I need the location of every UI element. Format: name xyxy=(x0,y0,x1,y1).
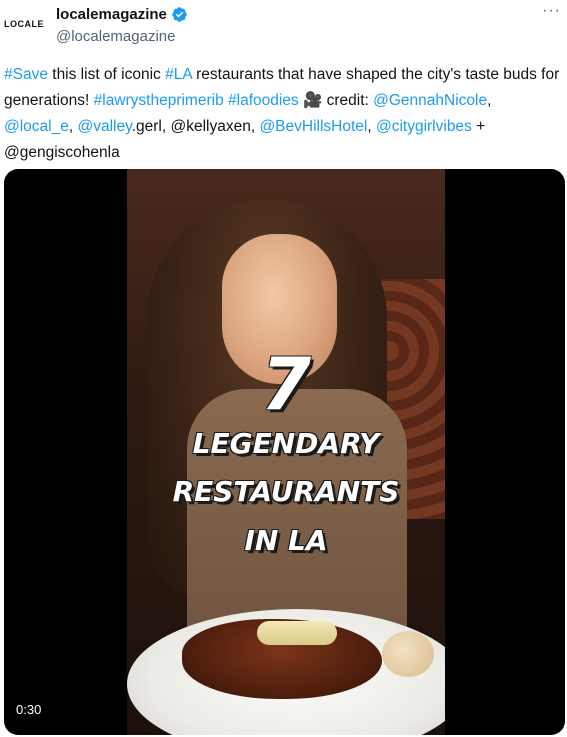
herb-butter xyxy=(257,621,337,645)
hashtag-link[interactable]: #Save xyxy=(4,66,48,83)
avatar-logo-text: LOCALE xyxy=(4,19,44,29)
hashtag-link[interactable]: #LA xyxy=(165,66,192,83)
mention-link[interactable]: @local_e xyxy=(4,118,69,135)
video-player[interactable]: 7 LEGENDARY RESTAURANTS IN LA 0:30 xyxy=(4,169,565,735)
tweet: LOCALE localemagazine @localemagazine ··… xyxy=(0,0,567,737)
avatar[interactable]: LOCALE xyxy=(4,4,44,44)
tweet-text-segment: .gerl, @kellyaxen, xyxy=(131,118,260,135)
display-name-row: localemagazine xyxy=(56,4,188,24)
overlay-number: 7 xyxy=(260,342,312,426)
mention-link[interactable]: @valley xyxy=(77,118,131,135)
overlay-title-line-3: IN LA xyxy=(244,524,328,557)
tweet-text-segment: 🎥 credit: xyxy=(298,92,374,109)
overlay-title-line-1: LEGENDARY xyxy=(192,427,380,460)
author-info: localemagazine @localemagazine xyxy=(56,4,188,45)
hashtag-link[interactable]: #lafoodies xyxy=(228,92,299,109)
tweet-text-segment: this list of iconic xyxy=(47,66,166,83)
mention-link[interactable]: @GennahNicole xyxy=(373,92,487,109)
video-duration: 0:30 xyxy=(16,702,42,717)
display-name[interactable]: localemagazine xyxy=(56,6,167,23)
tweet-text-segment: , xyxy=(487,92,492,109)
more-options-icon[interactable]: ··· xyxy=(542,3,561,19)
mention-link[interactable]: @BevHillsHotel xyxy=(259,118,367,135)
mention-link[interactable]: @citygirlvibes xyxy=(376,118,472,135)
hashtag-link[interactable]: #lawrystheprimerib xyxy=(94,92,224,109)
tweet-text-segment: , xyxy=(367,118,376,135)
roasted-garlic xyxy=(382,631,434,677)
video-frame: 7 LEGENDARY RESTAURANTS IN LA xyxy=(127,169,445,735)
tweet-text: #Save this list of iconic #LA restaurant… xyxy=(4,62,560,166)
overlay-title-line-2: RESTAURANTS xyxy=(172,475,400,508)
verified-badge-icon xyxy=(172,6,187,22)
handle[interactable]: @localemagazine xyxy=(56,28,188,45)
